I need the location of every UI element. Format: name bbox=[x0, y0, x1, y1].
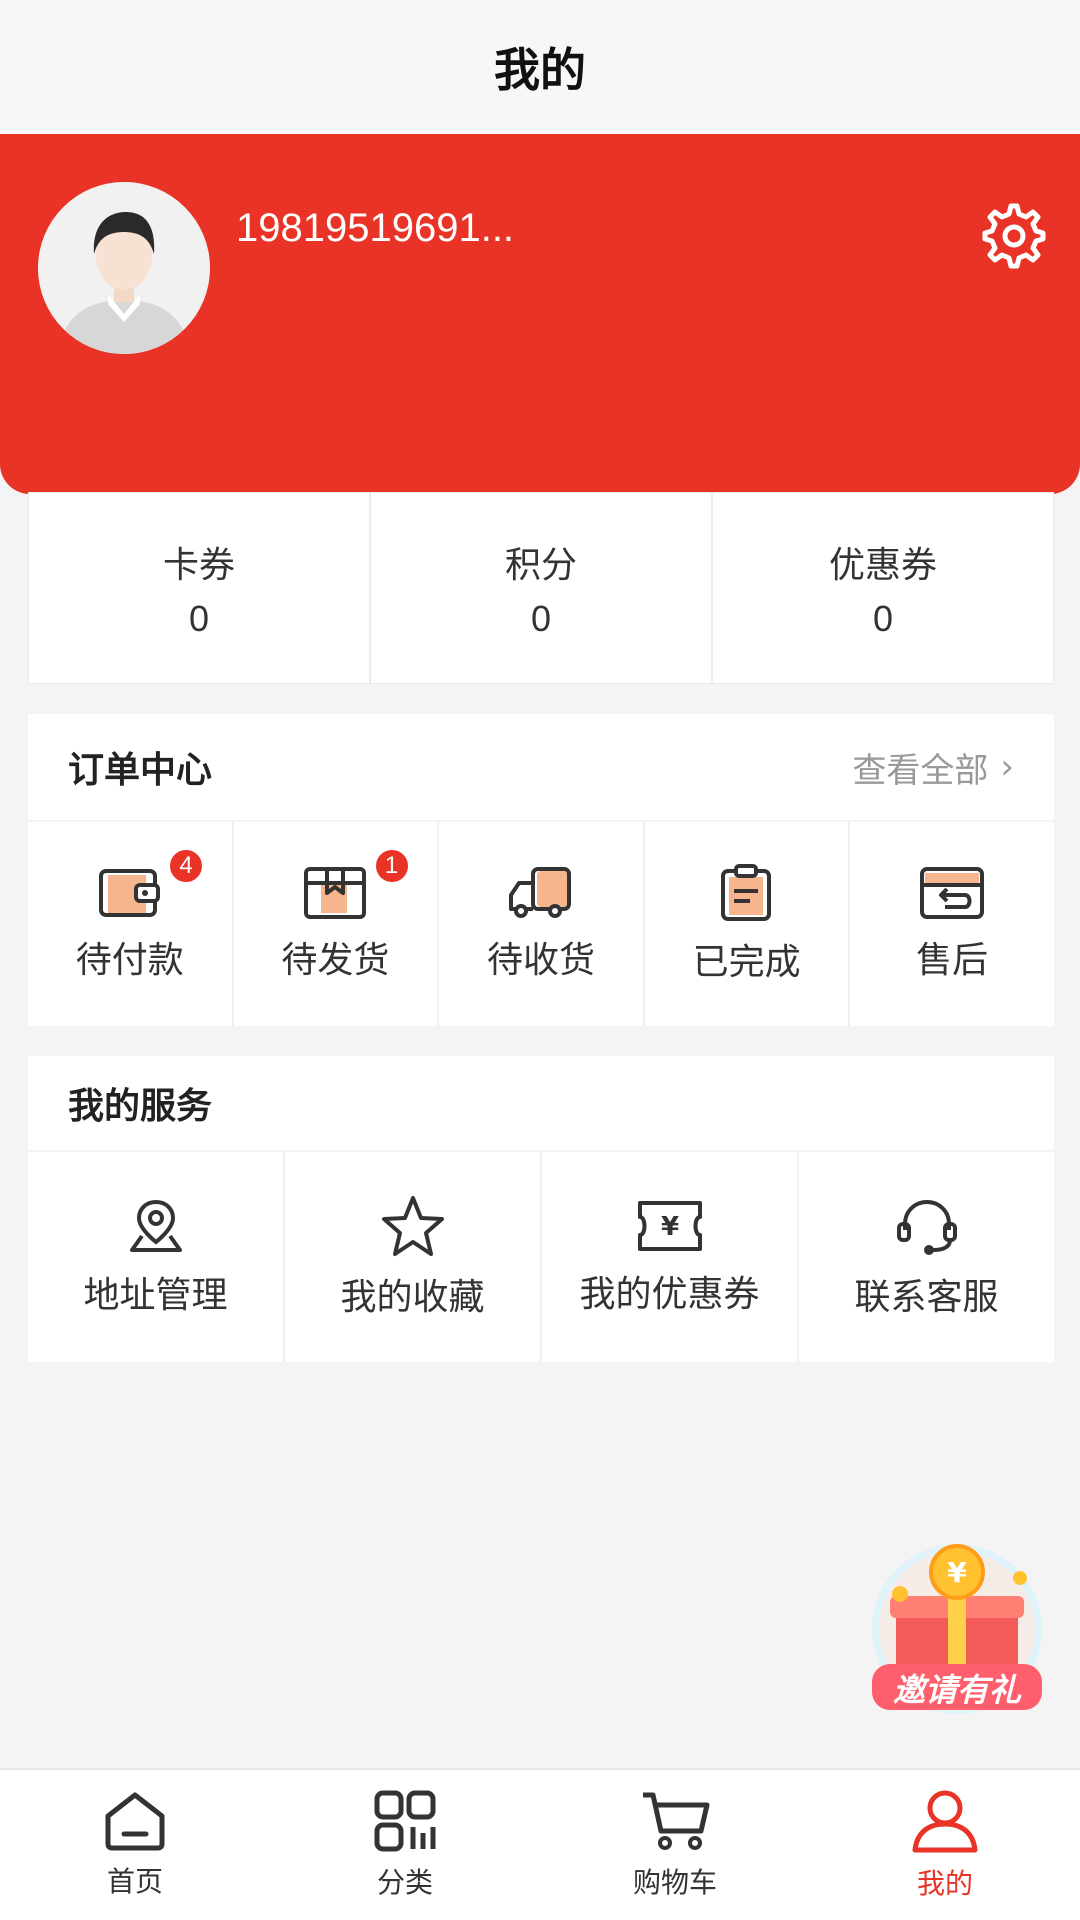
order-after-sales[interactable]: 售后 bbox=[850, 822, 1054, 1026]
stat-value: 0 bbox=[530, 598, 552, 639]
chevron-right-icon: › bbox=[1000, 747, 1014, 787]
svg-text:¥: ¥ bbox=[947, 1556, 967, 1589]
headset-icon bbox=[896, 1199, 957, 1255]
badge-count: 4 bbox=[168, 848, 204, 884]
my-services-header: 我的服务 bbox=[28, 1056, 1054, 1150]
service-customer-support[interactable]: 联系客服 bbox=[799, 1152, 1054, 1362]
nav-label: 分类 bbox=[376, 1866, 433, 1899]
home-icon bbox=[105, 1792, 165, 1851]
clipboard-icon bbox=[720, 864, 771, 921]
order-status-label: 已完成 bbox=[692, 942, 801, 983]
services-grid: 地址管理 我的收藏 ¥ 我的优惠券 联系客服 bbox=[28, 1152, 1054, 1362]
return-card-icon bbox=[920, 867, 985, 919]
page-title: 我的 bbox=[494, 43, 586, 97]
my-services-title: 我的服务 bbox=[68, 1086, 213, 1127]
service-coupons[interactable]: ¥ 我的优惠券 bbox=[542, 1152, 797, 1362]
order-pending-payment[interactable]: 待付款 4 bbox=[28, 822, 232, 1026]
order-status-label: 售后 bbox=[916, 940, 989, 981]
star-icon bbox=[381, 1196, 444, 1256]
invite-gift-label: 邀请有礼 bbox=[892, 1671, 1021, 1709]
order-status-grid: 待付款 4 待发货 1 待收货 已完成 售后 bbox=[28, 822, 1054, 1026]
username[interactable]: 19819519691... bbox=[236, 206, 514, 251]
location-icon bbox=[129, 1199, 182, 1252]
service-favorites[interactable]: 我的收藏 bbox=[285, 1152, 540, 1362]
stat-cards[interactable]: 卡券 0 bbox=[29, 493, 371, 683]
stat-points[interactable]: 积分 0 bbox=[371, 493, 713, 683]
badge-count: 1 bbox=[373, 848, 410, 884]
service-label: 联系客服 bbox=[854, 1277, 999, 1318]
nav-label: 我的 bbox=[916, 1867, 973, 1900]
invite-gift-button[interactable]: ¥ 邀请有礼 bbox=[862, 1534, 1052, 1724]
stat-value: 0 bbox=[872, 598, 894, 639]
svg-text:¥: ¥ bbox=[660, 1212, 678, 1242]
nav-cart[interactable]: 购物车 bbox=[540, 1770, 810, 1920]
stat-label: 优惠券 bbox=[828, 545, 937, 586]
order-center-header: 订单中心 查看全部 › bbox=[28, 714, 1054, 820]
nav-home[interactable]: 首页 bbox=[0, 1770, 270, 1920]
stat-value: 0 bbox=[188, 598, 210, 639]
nav-mine[interactable]: 我的 bbox=[810, 1770, 1080, 1920]
category-icon bbox=[374, 1790, 436, 1852]
avatar-icon bbox=[38, 182, 210, 354]
nav-category[interactable]: 分类 bbox=[270, 1770, 540, 1920]
service-address[interactable]: 地址管理 bbox=[28, 1152, 283, 1362]
nav-label: 首页 bbox=[106, 1865, 163, 1898]
profile-banner: 19819519691... bbox=[0, 134, 1080, 494]
stat-label: 卡券 bbox=[162, 545, 235, 586]
box-icon bbox=[304, 867, 367, 919]
order-center-title: 订单中心 bbox=[68, 750, 213, 791]
order-completed[interactable]: 已完成 bbox=[644, 822, 849, 1026]
user-icon bbox=[912, 1790, 978, 1853]
avatar[interactable] bbox=[38, 182, 210, 354]
order-status-label: 待收货 bbox=[486, 940, 595, 981]
stat-label: 积分 bbox=[504, 545, 577, 586]
service-label: 我的优惠券 bbox=[579, 1274, 760, 1315]
view-all-label: 查看全部 bbox=[852, 750, 989, 791]
cart-icon bbox=[643, 1792, 710, 1850]
stat-coupons[interactable]: 优惠券 0 bbox=[713, 493, 1053, 683]
order-pending-receipt[interactable]: 待收货 bbox=[439, 822, 643, 1026]
view-all-orders-link[interactable]: 查看全部 › bbox=[852, 743, 1014, 792]
service-label: 地址管理 bbox=[83, 1275, 228, 1316]
service-label: 我的收藏 bbox=[340, 1277, 485, 1318]
order-status-label: 待付款 bbox=[75, 940, 184, 981]
settings-button[interactable] bbox=[980, 202, 1048, 270]
truck-icon bbox=[508, 867, 571, 918]
nav-label: 购物车 bbox=[632, 1866, 717, 1899]
wallet-icon bbox=[98, 869, 160, 917]
order-pending-shipment[interactable]: 待发货 1 bbox=[233, 822, 438, 1026]
stats-panel: 卡券 0 积分 0 优惠券 0 bbox=[28, 492, 1054, 684]
gear-icon bbox=[982, 203, 1046, 269]
coupon-icon: ¥ bbox=[637, 1201, 702, 1251]
top-bar: 我的 bbox=[0, 0, 1080, 134]
order-status-label: 待发货 bbox=[281, 940, 390, 981]
bottom-nav: 首页 分类 购物车 我的 bbox=[0, 1768, 1080, 1920]
